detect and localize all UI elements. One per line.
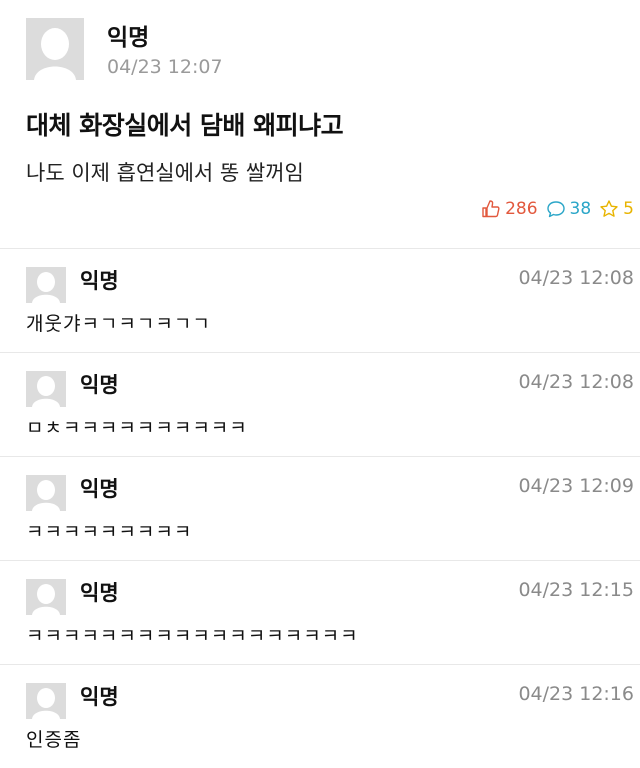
default-profile-icon [26, 683, 66, 719]
comment-author: 익명 [80, 269, 119, 293]
comment-timestamp: 04/23 12:09 [518, 475, 634, 497]
post-author: 익명 [107, 25, 150, 51]
comment-timestamp: 04/23 12:16 [518, 683, 634, 705]
like-count[interactable]: 286 [481, 199, 538, 219]
thumbs-up-icon [482, 200, 500, 218]
speech-bubble-icon [546, 201, 565, 218]
avatar [26, 18, 84, 80]
comment-text: ㅋㅋㅋㅋㅋㅋㅋㅋㅋㅋㅋㅋㅋㅋㅋㅋㅋㅋ [26, 625, 359, 647]
comment-author: 익명 [80, 373, 119, 397]
post-timestamp: 04/23 12:07 [107, 56, 223, 78]
comment-timestamp: 04/23 12:08 [518, 371, 634, 393]
avatar [26, 267, 66, 303]
star-icon [600, 200, 618, 217]
post-body: 나도 이제 흡연실에서 똥 쌀꺼임 [26, 161, 304, 185]
comment-text: ㅁㅊㅋㅋㅋㅋㅋㅋㅋㅋㅋㅋ [26, 417, 248, 439]
avatar [26, 475, 66, 511]
comment-timestamp: 04/23 12:08 [518, 267, 634, 289]
comment-text: 인증좀 [26, 729, 82, 751]
post-stats: 286 38 5 [481, 199, 634, 219]
comment-timestamp: 04/23 12:15 [518, 579, 634, 601]
default-profile-icon [26, 579, 66, 615]
avatar [26, 683, 66, 719]
comment-count[interactable]: 38 [546, 199, 592, 219]
default-profile-icon [26, 475, 66, 511]
post: 익명 04/23 12:07 대체 화장실에서 담배 왜피냐고 나도 이제 흡연… [0, 0, 640, 249]
comment-item: 익명 04/23 12:08 개웃갸ㅋㄱㅋㄱㅋㄱㄱ [0, 249, 640, 353]
comment-item: 익명 04/23 12:15 ㅋㅋㅋㅋㅋㅋㅋㅋㅋㅋㅋㅋㅋㅋㅋㅋㅋㅋ [0, 561, 640, 665]
comment-text: 개웃갸ㅋㄱㅋㄱㅋㄱㄱ [26, 313, 211, 335]
comment-author: 익명 [80, 685, 119, 709]
comment-item: 익명 04/23 12:16 인증좀 [0, 665, 640, 768]
avatar [26, 371, 66, 407]
comment-count-value: 38 [569, 199, 592, 219]
post-title: 대체 화장실에서 담배 왜피냐고 [26, 111, 344, 140]
comment-author: 익명 [80, 477, 119, 501]
comment-author: 익명 [80, 581, 119, 605]
scrap-count[interactable]: 5 [599, 199, 634, 219]
default-profile-icon [26, 18, 84, 80]
default-profile-icon [26, 267, 66, 303]
comment-text: ㅋㅋㅋㅋㅋㅋㅋㅋㅋ [26, 521, 193, 543]
scrap-count-value: 5 [623, 199, 634, 219]
comment-item: 익명 04/23 12:09 ㅋㅋㅋㅋㅋㅋㅋㅋㅋ [0, 457, 640, 561]
default-profile-icon [26, 371, 66, 407]
comment-item: 익명 04/23 12:08 ㅁㅊㅋㅋㅋㅋㅋㅋㅋㅋㅋㅋ [0, 353, 640, 457]
avatar [26, 579, 66, 615]
like-count-value: 286 [505, 199, 538, 219]
